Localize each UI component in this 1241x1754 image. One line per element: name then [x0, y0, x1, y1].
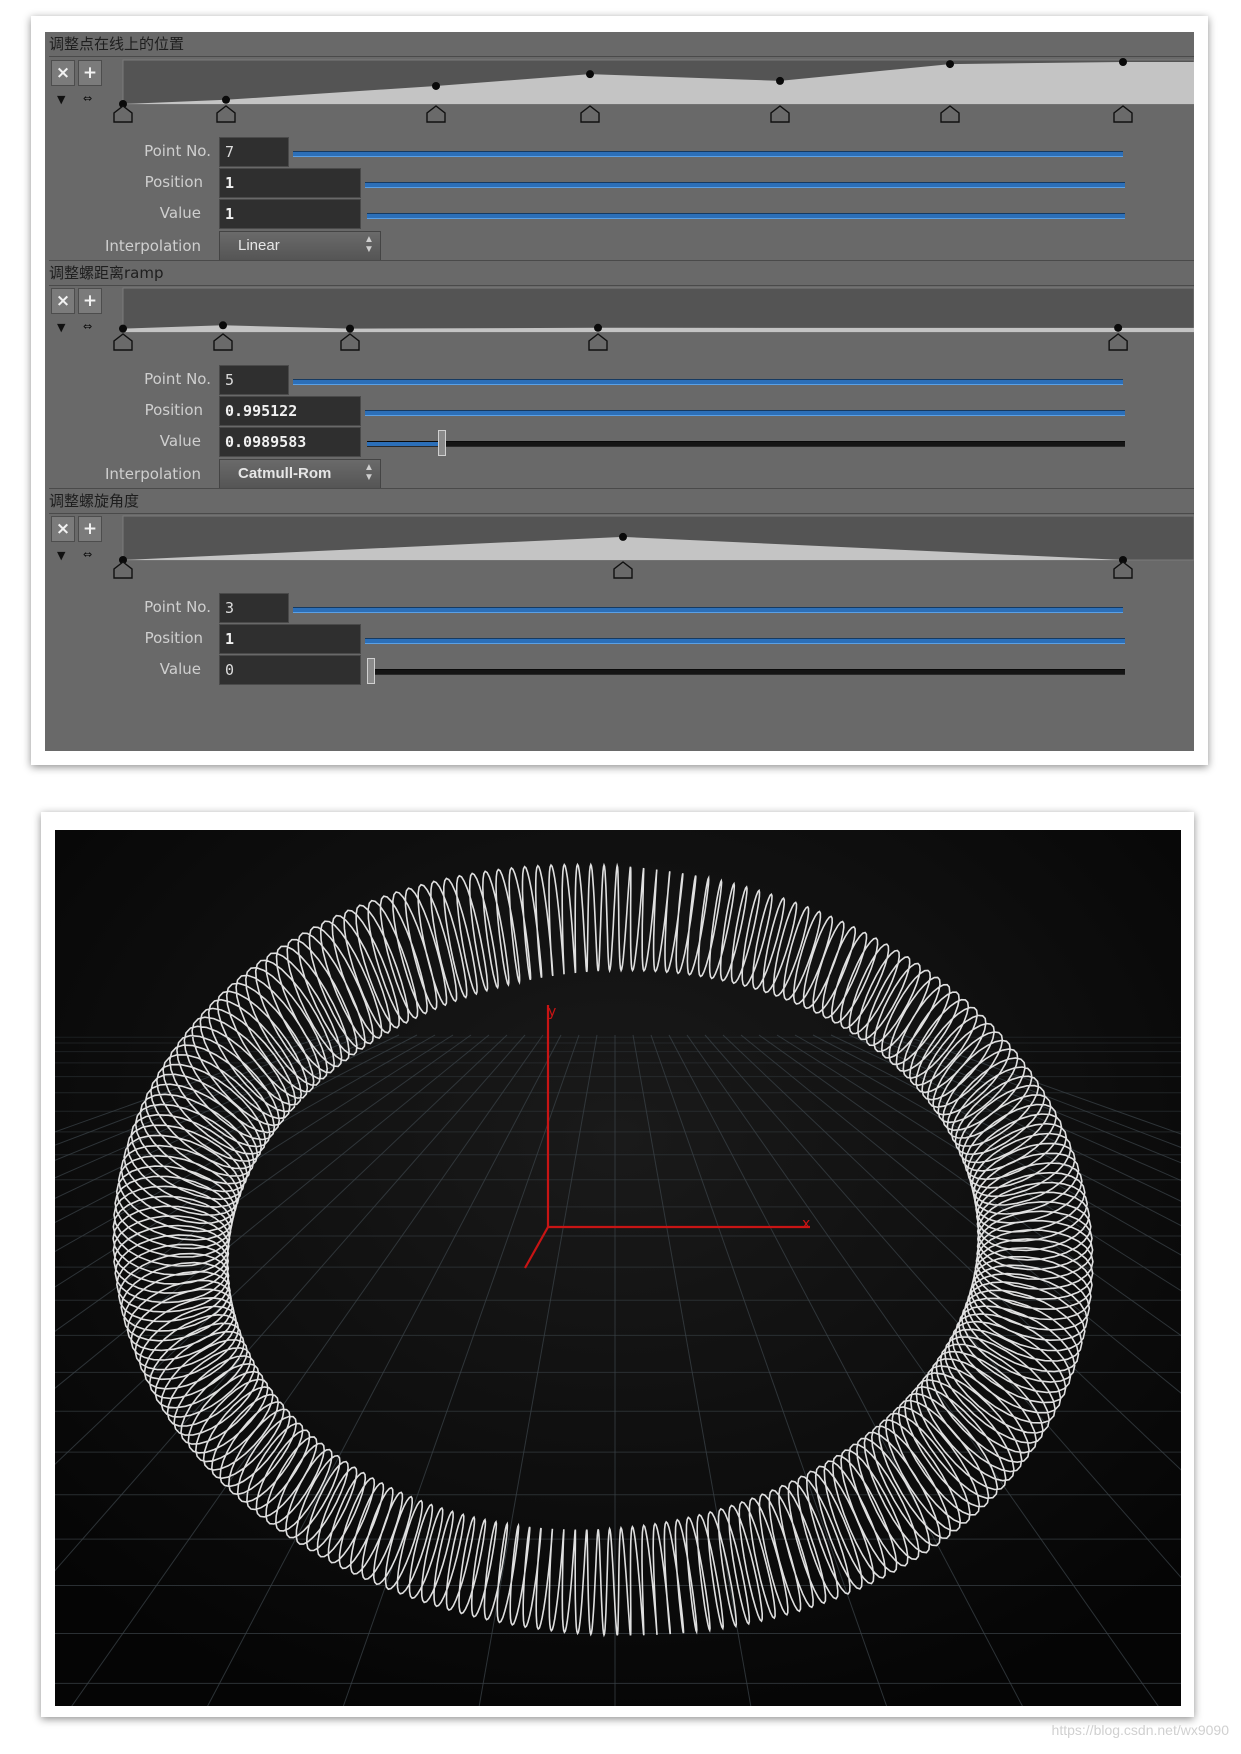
ramp-editor-rotation[interactable] [113, 512, 1194, 582]
section-title-position: 调整点在线上的位置 [49, 32, 1194, 57]
dropdown-arrows-icon: ▲ ▼ [364, 462, 374, 483]
position-slider[interactable] [365, 410, 1125, 416]
ramp-key-dot[interactable] [776, 76, 784, 85]
ramp-key-handle[interactable] [1113, 561, 1133, 579]
watermark: https://blog.csdn.net/wx9090 [1051, 1722, 1229, 1738]
collapse-triangle-icon[interactable]: ▼ [57, 93, 65, 106]
ramp-editor-pitch[interactable] [113, 284, 1194, 354]
ramp-key-handle[interactable] [588, 333, 608, 351]
ramp-key-dot[interactable] [619, 532, 627, 541]
value-slider-handle[interactable] [367, 658, 375, 684]
point-no-label: Point No. [144, 598, 211, 616]
add-point-button[interactable]: + [78, 516, 102, 542]
point-no-field[interactable]: 5 [219, 365, 289, 395]
collapse-triangle-icon[interactable]: ▼ [57, 321, 65, 334]
viewport-scene: y x [55, 830, 1181, 1706]
position-label: Position [144, 629, 203, 647]
position-field[interactable]: 0.995122 [219, 396, 361, 426]
ramp-key-dot[interactable] [432, 81, 440, 90]
ramp-key-dot[interactable] [346, 324, 354, 333]
parameter-panel: 调整点在线上的位置 × + ▼ ⇔ Point No. 7 Position 1… [45, 32, 1194, 751]
x-axis-label: x [802, 1216, 810, 1232]
value-slider-handle[interactable] [438, 430, 446, 456]
ramp-key-dot[interactable] [594, 323, 602, 332]
ramp-key-handle[interactable] [580, 105, 600, 123]
interpolation-label: Interpolation [105, 465, 201, 483]
point-no-label: Point No. [144, 370, 211, 388]
ramp-key-dot[interactable] [219, 321, 227, 330]
section-title-rotation: 调整螺旋角度 [49, 488, 1194, 514]
value-slider-fill [367, 442, 442, 446]
point-no-slider[interactable] [293, 607, 1123, 613]
point-no-slider[interactable] [293, 379, 1123, 385]
ramp-key-handle[interactable] [213, 333, 233, 351]
delete-point-button[interactable]: × [51, 516, 75, 542]
value-label: Value [159, 660, 201, 678]
point-no-slider[interactable] [293, 151, 1123, 157]
interpolation-dropdown[interactable]: Linear ▲ ▼ [219, 231, 381, 261]
ramp-key-dot[interactable] [946, 60, 954, 69]
ramp-key-handle[interactable] [113, 561, 133, 579]
ramp-background [122, 287, 1194, 333]
ramp-key-handle[interactable] [770, 105, 790, 123]
ramp-key-handle[interactable] [940, 105, 960, 123]
ramp-key-handle[interactable] [340, 333, 360, 351]
y-axis-label: y [548, 1004, 556, 1020]
ramp-key-dot[interactable] [119, 324, 127, 333]
collapse-triangle-icon[interactable]: ▼ [57, 549, 65, 562]
ramp-key-dot[interactable] [586, 70, 594, 79]
position-slider[interactable] [365, 638, 1125, 644]
point-no-field[interactable]: 7 [219, 137, 289, 167]
value-field[interactable]: 0 [219, 655, 361, 685]
ramp-editor-position[interactable] [113, 56, 1194, 126]
point-no-label: Point No. [144, 142, 211, 160]
expand-icon[interactable]: ⇔ [83, 92, 92, 105]
dropdown-arrows-icon: ▲ ▼ [364, 234, 374, 255]
value-slider[interactable] [367, 658, 1125, 684]
ramp-key-dot[interactable] [222, 95, 230, 104]
section-title-pitch: 调整螺距离ramp [49, 260, 1194, 286]
interpolation-label: Interpolation [105, 237, 201, 255]
add-point-button[interactable]: + [78, 60, 102, 86]
position-slider[interactable] [365, 182, 1125, 188]
ramp-parameters-card: 调整点在线上的位置 × + ▼ ⇔ Point No. 7 Position 1… [31, 16, 1208, 765]
value-label: Value [159, 432, 201, 450]
position-field[interactable]: 1 [219, 168, 361, 198]
ramp-key-dot[interactable] [1119, 58, 1127, 66]
delete-point-button[interactable]: × [51, 60, 75, 86]
value-label: Value [159, 204, 201, 222]
position-field[interactable]: 1 [219, 624, 361, 654]
value-field[interactable]: 0.0989583 [219, 427, 361, 457]
position-label: Position [144, 401, 203, 419]
value-slider[interactable] [367, 430, 1125, 456]
ramp-key-handle[interactable] [113, 105, 133, 123]
ramp-key-handle[interactable] [1113, 105, 1133, 123]
point-no-field[interactable]: 3 [219, 593, 289, 623]
ramp-key-handle[interactable] [613, 561, 633, 579]
delete-point-button[interactable]: × [51, 288, 75, 314]
3d-viewport[interactable]: y x [55, 830, 1181, 1706]
expand-icon[interactable]: ⇔ [83, 320, 92, 333]
ramp-key-handle[interactable] [1108, 333, 1128, 351]
interpolation-value: Catmull-Rom [238, 465, 332, 482]
value-field[interactable]: 1 [219, 199, 361, 229]
interpolation-dropdown[interactable]: Catmull-Rom ▲ ▼ [219, 459, 381, 489]
ramp-key-dot[interactable] [1114, 323, 1123, 332]
viewport-card: y x [41, 812, 1194, 1717]
ramp-key-handle[interactable] [216, 105, 236, 123]
interpolation-value: Linear [238, 237, 280, 254]
ramp-key-handle[interactable] [113, 333, 133, 351]
position-label: Position [144, 173, 203, 191]
expand-icon[interactable]: ⇔ [83, 548, 92, 561]
ramp-key-handle[interactable] [426, 105, 446, 123]
add-point-button[interactable]: + [78, 288, 102, 314]
value-slider[interactable] [367, 213, 1125, 219]
